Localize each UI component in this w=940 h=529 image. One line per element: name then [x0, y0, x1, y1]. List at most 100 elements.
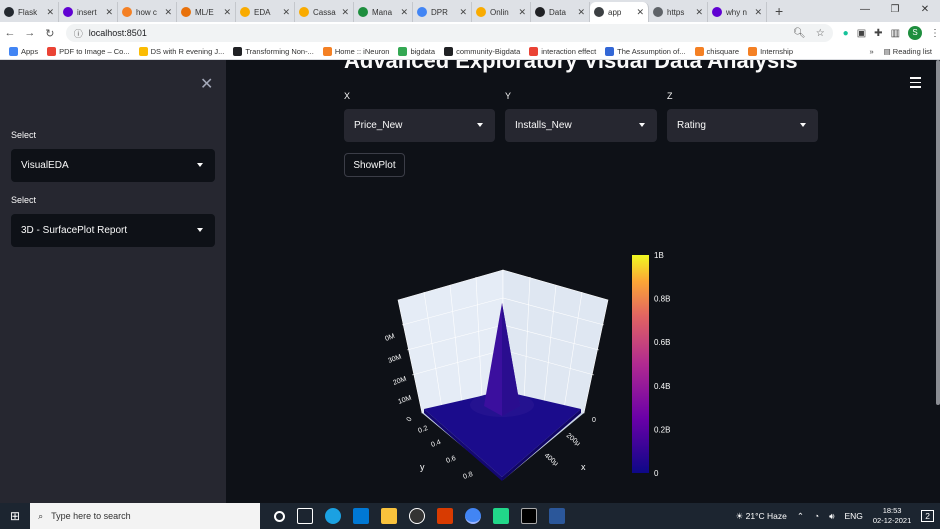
browser-tab[interactable]: insert ✕ [59, 2, 118, 22]
task-view-icon[interactable] [297, 508, 314, 524]
system-tray: ☀ 21°C Haze ⌃ ◔ 🔊︎ ENG 18:53 02-12-2021 … [736, 506, 940, 526]
tab-close-icon[interactable]: ✕ [46, 7, 54, 18]
weather-widget[interactable]: ☀ 21°C Haze [736, 511, 787, 522]
reload-icon[interactable]: ↻ [40, 27, 60, 40]
bookmark-label: chisquare [706, 47, 740, 56]
tab-favicon-icon [181, 7, 191, 17]
dell-icon[interactable] [409, 508, 426, 524]
chrome-icon[interactable] [465, 508, 482, 524]
bookmark-item[interactable]: Transforming Non-... [233, 47, 314, 56]
edge-icon[interactable] [325, 508, 342, 524]
x-tick: 0 [592, 417, 596, 424]
forward-icon[interactable]: → [20, 27, 40, 39]
extension-icon[interactable]: ▣ [857, 28, 866, 39]
colorbar-tick: 0.6B [654, 338, 670, 347]
mail-icon[interactable] [353, 508, 370, 524]
back-icon[interactable]: ← [0, 27, 20, 39]
tab-favicon-icon [358, 7, 368, 17]
browser-tab[interactable]: Flask ✕ [0, 2, 59, 22]
cortana-icon[interactable] [274, 510, 286, 522]
bookmark-item[interactable]: PDF to Image – Co... [47, 47, 130, 56]
pycharm-icon[interactable] [493, 508, 510, 524]
bookmark-item[interactable]: interaction effect [529, 47, 596, 56]
terminal-icon[interactable] [521, 508, 538, 524]
volume-icon[interactable]: 🔊︎ [829, 511, 834, 522]
search-icon: ⌕ [38, 510, 44, 521]
close-window-icon[interactable]: ✕ [910, 0, 940, 22]
bookmark-label: Home :: iNeuron [334, 47, 390, 56]
puzzle-icon[interactable]: ✚ [874, 28, 882, 39]
clock[interactable]: 18:53 02-12-2021 [873, 506, 911, 526]
windows-start-icon[interactable]: ⊞ [10, 509, 20, 523]
bookmark-item[interactable]: Apps [9, 47, 38, 56]
bookmark-item[interactable]: community-Bigdata [444, 47, 520, 56]
weather-text: 21°C Haze [745, 510, 787, 521]
browser-tab[interactable]: Cassa ✕ [295, 2, 354, 22]
bookmark-star-icon[interactable]: ☆ [816, 28, 825, 39]
tab-close-icon[interactable]: ✕ [459, 7, 467, 18]
profile-avatar[interactable]: S [908, 26, 923, 40]
scrollbar[interactable] [936, 60, 940, 405]
bookmark-favicon-icon [529, 47, 539, 56]
browser-tab[interactable]: how c ✕ [118, 2, 177, 22]
browser-tab[interactable]: DPR ✕ [413, 2, 472, 22]
bookmark-item[interactable]: The Assumption of... [605, 47, 686, 56]
menu-dots-icon[interactable]: ⋮ [930, 28, 940, 39]
tab-close-icon[interactable]: ✕ [400, 7, 408, 18]
tab-close-icon[interactable]: ✕ [105, 7, 113, 18]
bookmark-item[interactable]: Home :: iNeuron [322, 47, 390, 56]
tab-close-icon[interactable]: ✕ [341, 7, 349, 18]
tab-title: Data [549, 7, 566, 17]
bookmark-item[interactable]: chisquare [694, 47, 740, 56]
close-sidebar-icon[interactable]: ✕ [200, 74, 213, 94]
browser-tab[interactable]: Data ✕ [531, 2, 590, 22]
new-tab-icon[interactable]: + [767, 2, 791, 22]
tab-close-icon[interactable]: ✕ [577, 7, 585, 18]
surface-plot[interactable]: 1B 0.8B 0.6B 0.4B 0.2B 0 0M 30M 20M 10M 0 0.2… [226, 60, 940, 503]
tab-close-icon[interactable]: ✕ [223, 7, 231, 18]
notification-badge[interactable]: 2 [921, 510, 934, 522]
report-select[interactable]: 3D - SurfacePlot Report [11, 214, 215, 247]
sidebar-icon[interactable]: ▥ [891, 28, 900, 39]
site-info-icon[interactable]: ⓘ [74, 27, 83, 40]
tab-favicon-icon [594, 7, 604, 17]
tab-close-icon[interactable]: ✕ [695, 7, 703, 18]
bookmark-favicon-icon [233, 47, 243, 56]
network-icon[interactable]: ◔ [814, 511, 819, 521]
bookmark-label: Internship [760, 47, 794, 56]
minimize-icon[interactable]: — [850, 0, 880, 22]
browser-tab[interactable]: EDA ✕ [236, 2, 295, 22]
tab-close-icon[interactable]: ✕ [754, 7, 762, 18]
tab-close-icon[interactable]: ✕ [164, 7, 172, 18]
grammarly-icon[interactable]: ● [843, 28, 849, 39]
window-controls: — ❐ ✕ [850, 0, 940, 22]
tab-close-icon[interactable]: ✕ [636, 7, 644, 18]
tab-favicon-icon [299, 7, 309, 17]
browser-tab[interactable]: why n ✕ [708, 2, 767, 22]
bookmark-item[interactable]: DS with R evening J... [138, 47, 224, 56]
reading-list-button[interactable]: ▤ Reading list [884, 47, 932, 56]
more-bookmarks-button[interactable]: » [869, 47, 873, 56]
tab-close-icon[interactable]: ✕ [518, 7, 526, 18]
tray-expand-icon[interactable]: ⌃ [797, 511, 804, 522]
zoom-icon[interactable]: 🔍︎ [793, 28, 806, 39]
taskbar-search[interactable]: ⌕ Type here to search [30, 503, 261, 529]
word-icon[interactable] [549, 508, 566, 524]
browser-tab[interactable]: Onlin ✕ [472, 2, 531, 22]
mode-select[interactable]: VisualEDA [11, 149, 215, 182]
taskbar-apps [274, 508, 566, 524]
y-tick: 0.4 [430, 439, 442, 449]
restore-icon[interactable]: ❐ [880, 0, 910, 22]
bookmark-item[interactable]: Internship [748, 47, 793, 56]
bookmark-item[interactable]: bigdata [398, 47, 435, 56]
clock-date: 02-12-2021 [872, 516, 912, 525]
url-field[interactable]: ⓘ localhost:8501 🔍︎ ☆ [65, 24, 833, 42]
browser-tab[interactable]: ML/E ✕ [177, 2, 236, 22]
browser-tab[interactable]: Mana ✕ [354, 2, 413, 22]
browser-tab[interactable]: https ✕ [649, 2, 708, 22]
file-explorer-icon[interactable] [381, 508, 398, 524]
browser-tab[interactable]: app ✕ [590, 2, 649, 22]
language-indicator[interactable]: ENG [844, 511, 862, 521]
office-icon[interactable] [437, 508, 454, 524]
tab-close-icon[interactable]: ✕ [282, 7, 290, 18]
